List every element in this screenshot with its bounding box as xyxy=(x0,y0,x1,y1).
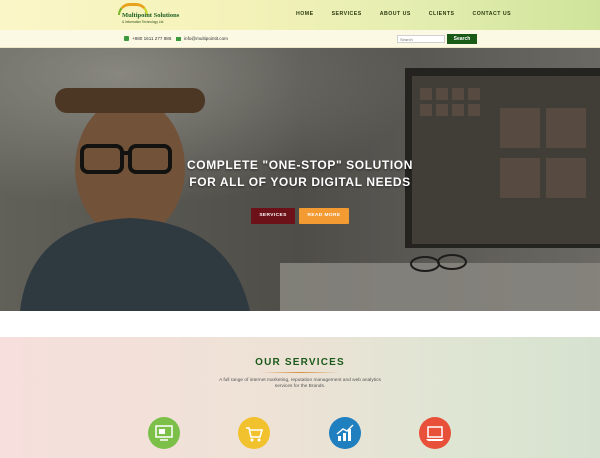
nav-home[interactable]: HOME xyxy=(296,11,314,17)
web-design-icon[interactable] xyxy=(148,417,180,449)
services-section: OUR SERVICES A full range of internet ma… xyxy=(0,337,600,458)
services-description: A full range of internet marketing, repu… xyxy=(219,378,381,390)
laptop-icon[interactable] xyxy=(419,417,451,449)
phone-number: +880 1611 277 886 xyxy=(132,36,172,41)
email-address: info@multipointit.com xyxy=(184,36,228,41)
site-header: Multipoint Solutions & Information Techn… xyxy=(0,0,600,30)
nav-clients[interactable]: CLIENTS xyxy=(429,11,455,17)
phone-contact: +880 1611 277 886 xyxy=(124,36,171,41)
hero-read-more-button[interactable]: READ MORE xyxy=(299,208,349,224)
email-contact[interactable]: info@multipointit.com xyxy=(176,36,228,41)
page: Multipoint Solutions & Information Techn… xyxy=(0,0,600,458)
nav-about-us[interactable]: ABOUT US xyxy=(380,11,411,17)
logo-tagline: & Information Technology Ltd. xyxy=(122,20,165,24)
main-nav: HOME SERVICES ABOUT US CLIENTS CONTACT U… xyxy=(296,11,529,17)
nav-contact-us[interactable]: CONTACT US xyxy=(473,11,512,17)
search-button[interactable]: Search xyxy=(447,34,477,44)
mail-icon xyxy=(176,36,181,41)
hero-banner: COMPLETE "ONE-STOP" SOLUTION FOR ALL OF … xyxy=(0,48,600,311)
heading-divider xyxy=(260,372,340,373)
hero-title-line1: COMPLETE "ONE-STOP" SOLUTION xyxy=(187,158,413,172)
contact-bar xyxy=(0,30,600,48)
nav-services[interactable]: SERVICES xyxy=(332,11,362,17)
phone-icon xyxy=(124,36,129,41)
logo[interactable]: Multipoint Solutions & Information Techn… xyxy=(118,3,179,27)
logo-title: Multipoint Solutions xyxy=(122,12,180,19)
hero-title-line2: FOR ALL OF YOUR DIGITAL NEEDS xyxy=(189,175,411,189)
services-heading: OUR SERVICES xyxy=(255,357,345,368)
analytics-chart-icon[interactable] xyxy=(329,417,361,449)
ecommerce-cart-icon[interactable] xyxy=(238,417,270,449)
hero-services-button[interactable]: SERVICES xyxy=(251,208,295,224)
search-input[interactable] xyxy=(397,35,445,43)
